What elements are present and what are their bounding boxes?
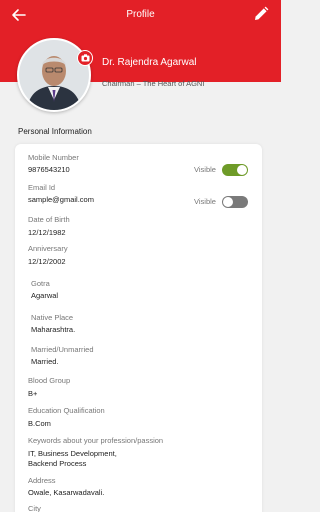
mobile-label: Mobile Number [28, 153, 79, 162]
education-label: Education Qualification [28, 406, 105, 415]
address-label: Address [28, 476, 56, 485]
mobile-value: 9876543210 [28, 165, 70, 174]
keywords-value-line2: Backend Process [28, 459, 87, 468]
profile-name: Dr. Rajendra Agarwal [102, 57, 197, 68]
gotra-value: Agarwal [31, 291, 59, 300]
email-visibility-label: Visible [194, 197, 216, 206]
address-value: Owale, Kasarwadavali. [28, 488, 105, 497]
anniversary-label: Anniversary [28, 244, 68, 253]
personal-info-card: Mobile Number 9876543210 Visible Email I… [15, 144, 262, 512]
education-value: B.Com [28, 419, 51, 428]
pencil-icon[interactable] [252, 5, 270, 23]
keywords-value-line1: IT, Business Development, [28, 449, 117, 458]
camera-icon[interactable] [77, 50, 93, 66]
mobile-visibility-toggle[interactable] [222, 164, 248, 176]
native-place-label: Native Place [31, 313, 74, 322]
marital-status-value: Married. [31, 357, 59, 366]
blood-group-label: Blood Group [28, 376, 71, 385]
blood-group-value: B+ [28, 389, 38, 398]
email-visibility-toggle[interactable] [222, 196, 248, 208]
page-title: Profile [126, 9, 155, 20]
section-title: Personal Information [18, 127, 92, 136]
keywords-label: Keywords about your profession/passion [28, 436, 164, 445]
anniversary-value: 12/12/2002 [28, 257, 66, 266]
marital-status-label: Married/Unmarried [31, 345, 94, 354]
city-label: City [28, 504, 41, 512]
dob-label: Date of Birth [28, 215, 70, 224]
email-label: Email Id [28, 183, 56, 192]
profile-role: Chairman – The Heart of AGNI [102, 79, 205, 88]
mobile-visibility-label: Visible [194, 165, 216, 174]
gotra-label: Gotra [31, 279, 50, 288]
dob-value: 12/12/1982 [28, 228, 66, 237]
native-place-value: Maharashtra. [31, 325, 76, 334]
toggle-knob [223, 197, 233, 207]
avatar [17, 38, 91, 112]
email-value: sample@gmail.com [28, 195, 94, 204]
toggle-knob [237, 165, 247, 175]
